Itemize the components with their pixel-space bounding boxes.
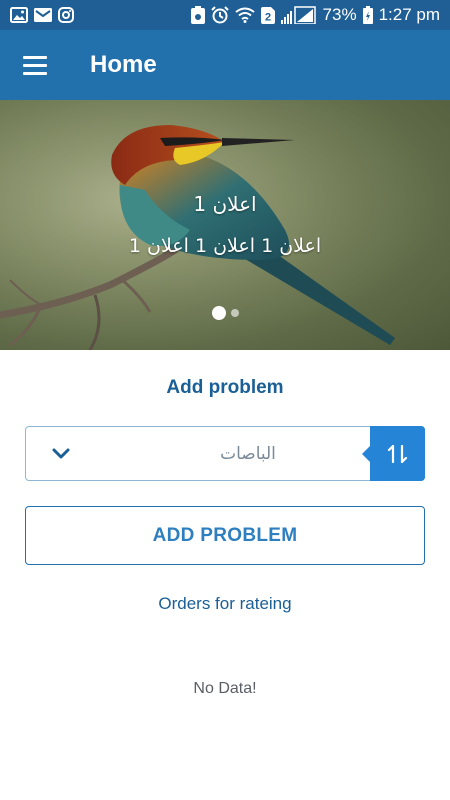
section-title: Add problem bbox=[166, 377, 284, 398]
status-bar-left bbox=[10, 7, 74, 23]
status-bar: 2 73% 1:27 pm bbox=[0, 0, 450, 30]
banner-title: اعلان 1 bbox=[193, 192, 257, 216]
chevron-down-icon[interactable] bbox=[26, 427, 96, 480]
image-icon bbox=[10, 7, 28, 23]
category-dropdown[interactable]: الباصات bbox=[25, 426, 425, 481]
carousel-dot[interactable] bbox=[230, 309, 239, 317]
signal-icon bbox=[280, 6, 317, 24]
carousel-indicator bbox=[0, 306, 450, 320]
battery-percent: 73% bbox=[322, 5, 357, 24]
alarm-icon bbox=[210, 6, 229, 24]
battery-icon bbox=[362, 6, 373, 24]
app-bar: Home bbox=[0, 30, 450, 100]
empty-state-text: No Data! bbox=[193, 680, 257, 697]
mail-icon bbox=[34, 8, 52, 22]
sim-label: 2 bbox=[264, 11, 270, 23]
instagram-icon bbox=[58, 7, 74, 23]
status-bar-right: 2 73% 1:27 pm bbox=[190, 5, 440, 25]
sort-icon bbox=[387, 444, 407, 463]
carousel-dot-active[interactable] bbox=[211, 306, 226, 320]
hamburger-icon bbox=[23, 55, 47, 75]
sort-button[interactable] bbox=[362, 426, 425, 481]
banner-carousel[interactable]: اعلان 1 اعلان 1 اعلان 1 اعلان 1 bbox=[0, 100, 450, 350]
status-time: 1:27 pm bbox=[378, 5, 440, 24]
add-problem-button[interactable]: ADD PROBLEM bbox=[25, 506, 425, 565]
wifi-icon bbox=[234, 7, 255, 23]
menu-button[interactable] bbox=[0, 30, 70, 100]
banner-subtitle: اعلان 1 اعلان 1 اعلان 1 bbox=[128, 235, 322, 257]
sim2-icon: 2 bbox=[260, 6, 275, 24]
page-title: Home bbox=[90, 51, 157, 78]
recorder-icon bbox=[190, 6, 205, 24]
orders-for-rating-link[interactable]: Orders for rateing bbox=[0, 594, 450, 614]
